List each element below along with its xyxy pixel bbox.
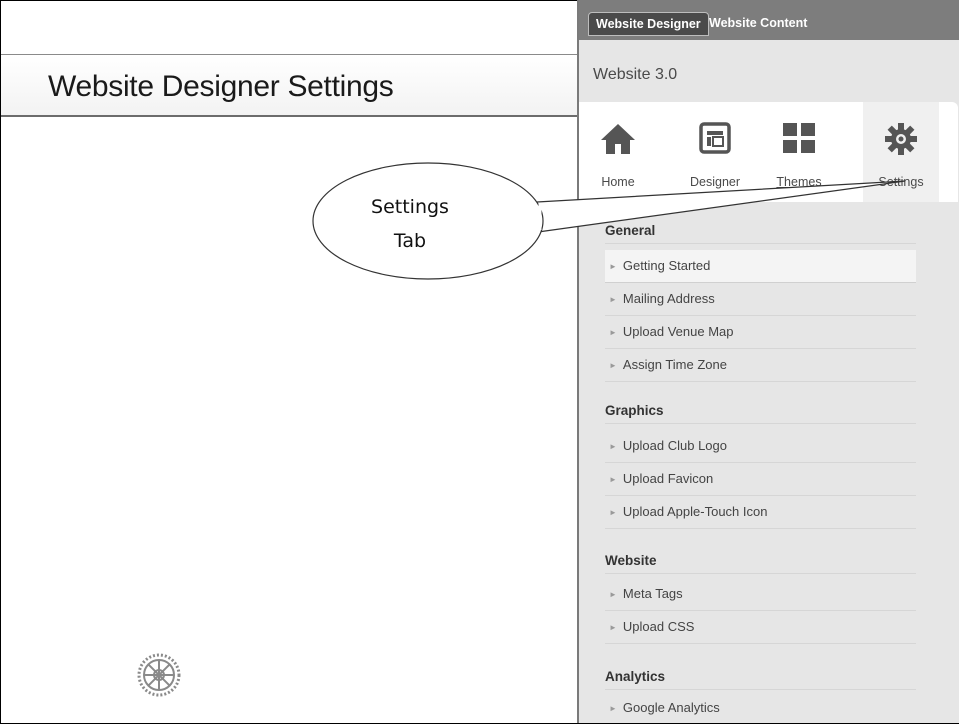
menu-item-label: Google Analytics (622, 700, 720, 715)
menu-item-upload-club-logo[interactable]: ► Upload Club Logo (605, 430, 916, 463)
callout-line-2: Tab (393, 230, 427, 252)
toolbar-designer[interactable]: Designer (675, 102, 755, 202)
menu-item-getting-started[interactable]: ► Getting Started (605, 250, 916, 283)
bullet-arrow-icon: ► (609, 328, 617, 337)
bullet-arrow-icon: ► (609, 295, 617, 304)
menu-item-mailing-address[interactable]: ► Mailing Address (605, 283, 916, 316)
gear-icon (885, 123, 917, 155)
toolbar-settings[interactable]: Settings (863, 102, 939, 202)
menu-item-label: Upload Favicon (622, 471, 714, 486)
rotary-wheel-icon (137, 653, 181, 697)
themes-icon (783, 123, 815, 153)
section-graphics-heading: Graphics (605, 403, 664, 418)
toolbar-settings-label: Settings (878, 175, 924, 189)
toolbar-home[interactable]: Home (583, 102, 653, 202)
bullet-arrow-icon: ► (609, 704, 617, 713)
bullet-arrow-icon: ► (609, 262, 617, 271)
menu-item-upload-venue-map[interactable]: ► Upload Venue Map (605, 316, 916, 349)
menu-item-label: Upload Apple-Touch Icon (622, 504, 768, 519)
menu-item-upload-favicon[interactable]: ► Upload Favicon (605, 463, 916, 496)
menu-item-assign-time-zone[interactable]: ► Assign Time Zone (605, 349, 916, 382)
tab-website-designer[interactable]: Website Designer (588, 12, 709, 36)
section-analytics-heading: Analytics (605, 669, 666, 684)
menu-item-upload-css[interactable]: ► Upload CSS (605, 611, 916, 644)
divider (605, 573, 916, 574)
menu-item-label: Getting Started (622, 258, 711, 273)
divider (605, 243, 916, 244)
menu-item-label: Assign Time Zone (622, 357, 727, 372)
menu-item-meta-tags[interactable]: ► Meta Tags (605, 578, 916, 611)
menu-item-label: Meta Tags (622, 586, 683, 601)
bullet-arrow-icon: ► (609, 442, 617, 451)
home-icon (601, 124, 635, 154)
bullet-arrow-icon: ► (609, 508, 617, 517)
menu-item-label: Upload CSS (622, 619, 695, 634)
website-designer-panel: Website Designer Website Content Website… (577, 0, 959, 723)
designer-toolbar: Home Designer Themes Settings (579, 102, 958, 202)
callout-text: Settings Tab (330, 190, 490, 258)
section-general-heading: General (605, 223, 656, 238)
bullet-arrow-icon: ► (609, 361, 617, 370)
toolbar-home-label: Home (601, 175, 635, 189)
menu-item-label: Mailing Address (622, 291, 715, 306)
panel-tab-bar: Website Designer Website Content (579, 0, 959, 40)
toolbar-themes-label: Themes (776, 175, 822, 189)
designer-icon (699, 122, 731, 154)
menu-item-label: Upload Venue Map (622, 324, 734, 339)
divider (605, 423, 916, 424)
tab-website-content[interactable]: Website Content (702, 12, 814, 34)
bullet-arrow-icon: ► (609, 475, 617, 484)
menu-item-google-analytics[interactable]: ► Google Analytics (605, 692, 916, 723)
divider (605, 689, 916, 690)
toolbar-designer-label: Designer (689, 175, 741, 189)
bullet-arrow-icon: ► (609, 590, 617, 599)
callout-line-1: Settings (371, 196, 449, 218)
page-title: Website Designer Settings (48, 70, 394, 103)
menu-item-upload-apple-touch-icon[interactable]: ► Upload Apple-Touch Icon (605, 496, 916, 529)
menu-item-label: Upload Club Logo (622, 438, 727, 453)
toolbar-themes[interactable]: Themes (761, 102, 837, 202)
site-title: Website 3.0 (593, 66, 678, 83)
bullet-arrow-icon: ► (609, 623, 617, 632)
section-website-heading: Website (605, 553, 657, 568)
